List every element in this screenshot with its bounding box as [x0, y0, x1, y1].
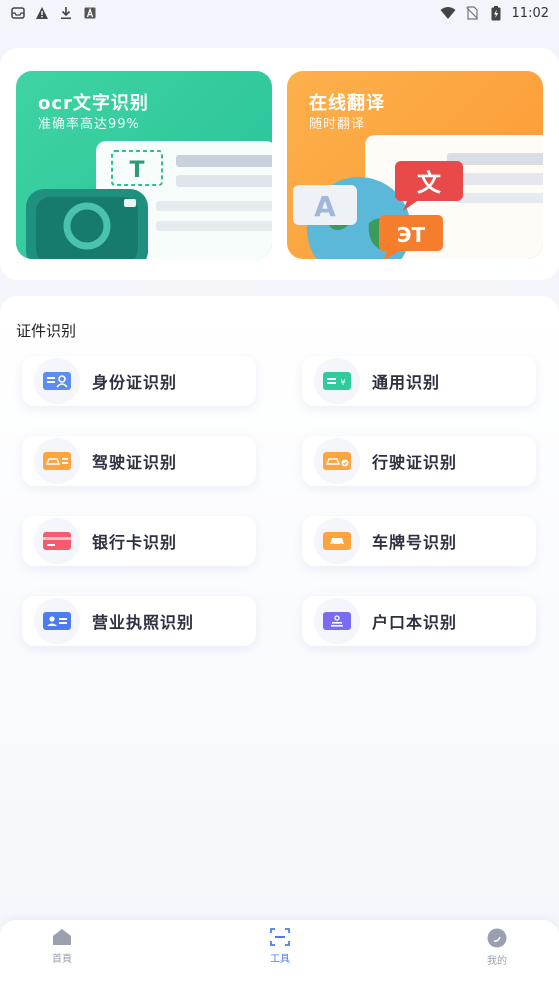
section-title: 证件识别: [16, 322, 77, 340]
profile-icon: [487, 928, 507, 948]
home-icon: [53, 929, 71, 945]
status-time: 11:02: [511, 5, 549, 21]
tool-label: 通用识别: [372, 373, 441, 392]
license-plate-recognition-button[interactable]: 车牌号识别: [302, 516, 536, 566]
inbox-icon: [10, 5, 26, 21]
bottom-nav: 首頁 工具 我的: [0, 920, 559, 995]
business-license-icon: [34, 598, 80, 644]
banner-card: T ocr文字识别 准确率高达99% A 文 ЭТ 在线翻译 随时翻译: [0, 48, 559, 280]
status-bar: 11:02: [0, 0, 559, 26]
battery-charging-icon: [488, 5, 504, 21]
vehicle-license-icon: [314, 438, 360, 484]
nav-home-label: 首頁: [52, 954, 72, 965]
svg-text:T: T: [129, 158, 144, 183]
nav-profile[interactable]: 我的: [467, 928, 527, 967]
general-doc-icon: ¥: [314, 358, 360, 404]
tool-label: 银行卡识别: [92, 533, 178, 552]
nav-tools-label: 工具: [270, 954, 290, 965]
svg-text:A: A: [314, 190, 336, 223]
tool-label: 营业执照识别: [92, 613, 195, 632]
business-license-recognition-button[interactable]: 营业执照识别: [22, 596, 256, 646]
id-card-recognition-button[interactable]: 身份证识别: [22, 356, 256, 406]
ocr-promo-subtitle: 准确率高达99%: [38, 117, 140, 132]
font-a-icon: [82, 5, 98, 21]
household-register-icon: [314, 598, 360, 644]
wifi-icon: [440, 5, 456, 21]
driver-license-recognition-button[interactable]: 驾驶证识别: [22, 436, 256, 486]
nav-tools[interactable]: 工具: [250, 928, 310, 965]
tool-label: 行驶证识别: [372, 453, 458, 472]
license-plate-icon: [314, 518, 360, 564]
general-recognition-button[interactable]: ¥ 通用识别: [302, 356, 536, 406]
translate-promo-subtitle: 随时翻译: [309, 117, 366, 132]
svg-text:文: 文: [417, 169, 442, 197]
warning-icon: [34, 5, 50, 21]
bank-card-icon: [34, 518, 80, 564]
id-card-icon: [34, 358, 80, 404]
ocr-promo-card[interactable]: T ocr文字识别 准确率高达99%: [16, 71, 272, 259]
nav-profile-label: 我的: [487, 956, 507, 967]
translate-promo-card[interactable]: A 文 ЭТ 在线翻译 随时翻译: [287, 71, 543, 259]
svg-text:¥: ¥: [340, 378, 345, 387]
tool-label: 身份证识别: [92, 373, 178, 392]
tool-label: 车牌号识别: [372, 533, 458, 552]
download-icon: [58, 5, 74, 21]
tool-label: 驾驶证识别: [92, 453, 178, 472]
ocr-promo-title: ocr文字识别: [38, 93, 149, 114]
scan-icon: [270, 928, 290, 946]
status-right: 11:02: [440, 5, 549, 21]
driver-license-icon: [34, 438, 80, 484]
svg-text:ЭТ: ЭТ: [397, 223, 426, 247]
id-recognition-section: 证件识别 身份证识别 ¥ 通用识别 驾驶证识别 行驶证识别 银行卡识别 车牌号识…: [0, 296, 559, 926]
household-register-recognition-button[interactable]: 户口本识别: [302, 596, 536, 646]
nav-home[interactable]: 首頁: [32, 928, 92, 965]
bank-card-recognition-button[interactable]: 银行卡识别: [22, 516, 256, 566]
status-left: [10, 5, 98, 21]
tool-label: 户口本识别: [372, 613, 458, 632]
translate-promo-title: 在线翻译: [309, 93, 385, 114]
vehicle-license-recognition-button[interactable]: 行驶证识别: [302, 436, 536, 486]
no-sim-icon: [464, 5, 480, 21]
